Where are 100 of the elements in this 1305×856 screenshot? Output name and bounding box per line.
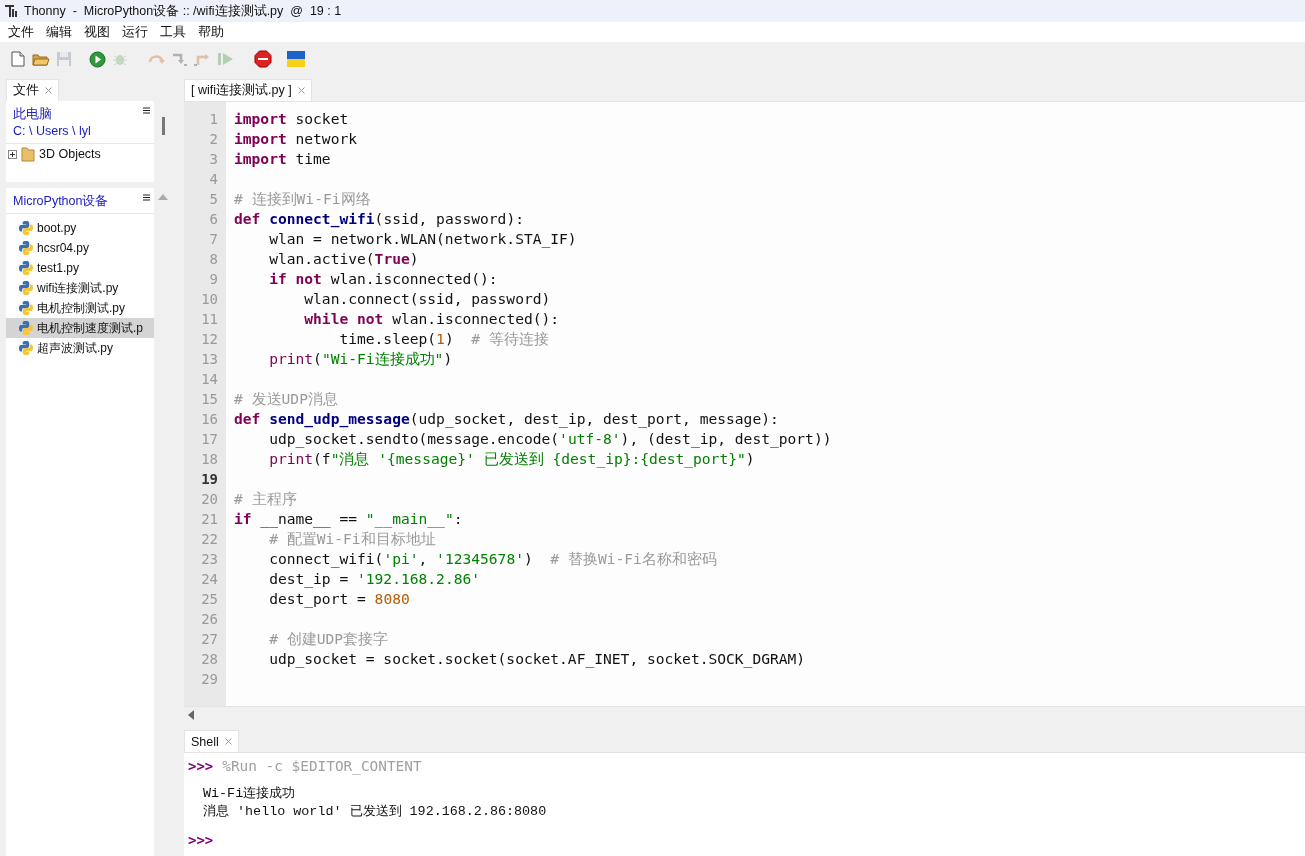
- stop-button[interactable]: [253, 49, 273, 69]
- code-line: # 连接到Wi-Fi网络: [234, 189, 371, 209]
- line-number: 15: [201, 390, 218, 409]
- close-icon[interactable]: [45, 87, 52, 94]
- line-number: 25: [201, 590, 218, 609]
- code-line: # 发送UDP消息: [234, 389, 338, 409]
- scroll-left-icon[interactable]: [188, 710, 194, 720]
- line-number: 19: [201, 470, 218, 489]
- line-number: 28: [201, 650, 218, 669]
- shell-output: Wi-Fi连接成功: [203, 785, 296, 802]
- scrollbar-thumb[interactable]: [161, 117, 165, 135]
- line-number: 2: [209, 130, 218, 149]
- code-line: print(f"消息 '{message}' 已发送到 {dest_ip}:{dest_port}"): [268, 449, 755, 469]
- file-item[interactable]: 电机控制测试.py: [6, 298, 154, 318]
- code-line: if __name__ == "__main__":: [234, 509, 463, 529]
- python-file-icon: [18, 320, 34, 336]
- code-line: # 配置Wi-Fi和目标地址: [268, 529, 436, 549]
- line-number: 17: [201, 430, 218, 449]
- new-file-button[interactable]: [8, 49, 28, 69]
- code-line: time.sleep(1) # 等待连接: [338, 329, 549, 349]
- line-number: 8: [209, 250, 218, 269]
- line-number: 12: [201, 330, 218, 349]
- line-number: 13: [201, 350, 218, 369]
- menu-item[interactable]: 编辑: [40, 23, 78, 41]
- code-line: wlan = network.WLAN(network.STA_IF): [268, 229, 577, 249]
- line-number: 4: [209, 170, 218, 189]
- line-number: 5: [209, 190, 218, 209]
- code-line: if not wlan.isconnected():: [268, 269, 498, 289]
- pane-title: 此电脑: [13, 107, 53, 122]
- editor-tab[interactable]: [ wifi连接测试.py ]: [184, 79, 312, 101]
- shell-prompt: >>>: [188, 832, 214, 848]
- file-item[interactable]: test1.py: [6, 258, 154, 278]
- app-logo-icon: [4, 4, 18, 18]
- line-number: 23: [201, 550, 218, 569]
- line-number: 24: [201, 570, 218, 589]
- line-number: 11: [201, 310, 218, 329]
- code-line: dest_port = 8080: [268, 589, 410, 609]
- line-number: 26: [201, 610, 218, 629]
- line-number: 18: [201, 450, 218, 469]
- python-file-icon: [18, 260, 34, 276]
- code-line: udp_socket = socket.socket(socket.AF_INET, socket.SOCK_DGRAM): [268, 649, 806, 669]
- line-number: 9: [209, 270, 218, 289]
- python-file-icon: [18, 300, 34, 316]
- close-icon[interactable]: [297, 87, 305, 94]
- menu-item[interactable]: 视图: [78, 23, 116, 41]
- window-title: Thonny - MicroPython设备 :: /wifi连接测试.py @ 19 : 1: [24, 2, 342, 20]
- shell-tab[interactable]: Shell: [184, 730, 239, 752]
- pane-title: MicroPython设备: [13, 194, 109, 209]
- expand-icon[interactable]: [8, 149, 17, 159]
- line-number: 29: [201, 670, 218, 689]
- code-line: connect_wifi('pi', '12345678') # 替换Wi-Fi名称和密码: [268, 549, 717, 569]
- file-item[interactable]: boot.py: [6, 218, 154, 238]
- code-line: wlan.connect(ssid, password): [303, 289, 551, 309]
- menu-icon[interactable]: [143, 107, 150, 114]
- code-line: # 主程序: [234, 489, 297, 509]
- code-line: print("Wi-Fi连接成功"): [268, 349, 453, 369]
- shell-command: %Run -c $EDITOR_CONTENT: [222, 758, 422, 774]
- code-line: dest_ip = '192.168.2.86': [268, 569, 481, 589]
- file-item[interactable]: wifi连接测试.py: [6, 278, 154, 298]
- line-number: 7: [209, 230, 218, 249]
- code-line: def connect_wifi(ssid, password):: [234, 209, 524, 229]
- line-number: 27: [201, 630, 218, 649]
- code-line: udp_socket.sendto(message.encode('utf-8'), (dest_ip, dest_port)): [268, 429, 832, 449]
- line-number: 14: [201, 370, 218, 389]
- menu-item[interactable]: 帮助: [192, 23, 230, 41]
- files-tab[interactable]: 文件: [6, 79, 59, 101]
- line-number: 20: [201, 490, 218, 509]
- line-number: 16: [201, 410, 218, 429]
- close-icon[interactable]: [224, 738, 232, 745]
- line-number: 1: [209, 110, 218, 129]
- python-file-icon: [18, 220, 34, 236]
- menu-item[interactable]: 运行: [116, 23, 154, 41]
- file-item[interactable]: hcsr04.py: [6, 238, 154, 258]
- line-number: 6: [209, 210, 218, 229]
- code-line: def send_udp_message(udp_socket, dest_ip, dest_port, message):: [234, 409, 779, 429]
- code-line: import network: [234, 129, 357, 149]
- run-button[interactable]: [87, 49, 107, 69]
- menu-item[interactable]: 工具: [154, 23, 192, 41]
- line-number: 3: [209, 150, 218, 169]
- line-number: 22: [201, 530, 218, 549]
- line-number: 10: [201, 290, 218, 309]
- file-item[interactable]: 电机控制速度测试.p: [6, 318, 154, 338]
- code-line: while not wlan.isconnected():: [303, 309, 560, 329]
- code-line: # 创建UDP套接字: [268, 629, 389, 649]
- flag-button[interactable]: [286, 49, 306, 69]
- python-file-icon: [18, 340, 34, 356]
- code-line: import socket: [234, 109, 349, 129]
- code-line: import time: [234, 149, 331, 169]
- shell-output: 消息 'hello world' 已发送到 192.168.2.86:8080: [203, 803, 547, 820]
- python-file-icon: [18, 240, 34, 256]
- path-label: C: \ Users \ lyl: [13, 124, 91, 139]
- line-number: 21: [201, 510, 218, 529]
- scroll-up-icon[interactable]: [158, 194, 168, 200]
- python-file-icon: [18, 280, 34, 296]
- menu-item[interactable]: 文件: [2, 23, 40, 41]
- code-line: wlan.active(True): [268, 249, 419, 269]
- tree-item[interactable]: 3D Objects: [39, 147, 101, 161]
- menu-icon[interactable]: [143, 194, 150, 201]
- file-item[interactable]: 超声波测试.py: [6, 338, 154, 358]
- shell-prompt: >>>: [188, 758, 214, 774]
